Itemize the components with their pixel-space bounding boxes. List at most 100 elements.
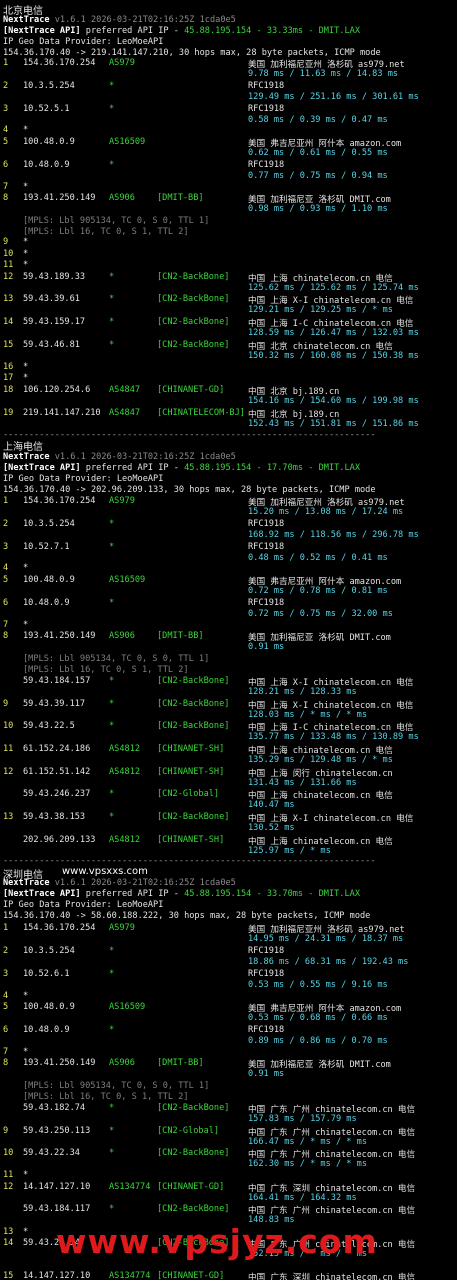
hop-number: 14 [3, 317, 14, 327]
hop-asn: * [109, 969, 115, 979]
hop-tag: [CN2-BackBone] [157, 1103, 230, 1113]
hop-row: 14 59.43.159.17 * [CN2-BackBone] 中国 上海 I-C c… [0, 317, 457, 339]
hop-ip: 59.43.22.5 [23, 721, 75, 731]
section-separator: ----------------------------------------… [3, 856, 376, 866]
hop-ip: 10.52.7.1 [23, 542, 70, 552]
hop-rtt: 128.59 ms / 126.47 ms / 132.03 ms [248, 328, 419, 338]
hop-ip: 61.152.24.186 [23, 744, 91, 754]
hop-rtt: 0.89 ms / 0.86 ms / 0.70 ms [248, 1036, 388, 1046]
api-text: preferred API IP - [80, 463, 185, 473]
hop-ip: 10.52.6.1 [23, 969, 70, 979]
hop-geo: RFC1918 [248, 969, 285, 979]
hop-row: 6 10.48.0.9 * RFC1918 0.89 ms / 0.86 ms / 0.… [0, 1025, 457, 1047]
hop-row: 12 14.147.127.10 AS134774 [CHINANET-GD] 中国 广… [0, 1182, 457, 1204]
hop-tag: [CN2-BackBone] [157, 340, 230, 350]
hop-asn: AS906 [109, 193, 135, 203]
hop-ip: * [23, 125, 29, 135]
app-name: NextTrace [3, 15, 50, 25]
hop-ip: 10.52.5.1 [23, 104, 70, 114]
hop-asn: * [109, 721, 115, 731]
hop-ip: 14.147.127.10 [23, 1271, 91, 1280]
hop-ip: 59.43.184.117 [23, 1204, 91, 1214]
hop-rtt: 130.52 ms [248, 823, 295, 833]
hop-tag: [DMIT-BB] [157, 1058, 204, 1068]
api-prefix: [NextTrace API] [3, 463, 81, 473]
hop-row: 5 100.48.0.9 AS16509 美国 弗吉尼亚州 阿什本 amazon.co… [0, 1002, 457, 1024]
hop-ip: 193.41.250.149 [23, 193, 96, 203]
hop-ip: 100.48.0.9 [23, 137, 75, 147]
hop-ip: 202.96.209.133 [23, 835, 96, 845]
hop-asn: * [109, 946, 115, 956]
app-version: v1.6.1 2026-03-21T02:16:25Z 1cda0e5 [49, 878, 236, 888]
hop-number: 5 [3, 575, 9, 585]
hop-number: 6 [3, 1025, 9, 1035]
hop-row: 10 59.43.22.34 * [CN2-BackBone] 中国 广东 广州 chi… [0, 1148, 457, 1170]
hop-number: 16 [3, 362, 14, 372]
hop-number: 12 [3, 1182, 14, 1192]
hop-number: 4 [3, 991, 9, 1001]
api-text: preferred API IP - [80, 26, 185, 36]
hop-asn: AS979 [109, 496, 135, 506]
hop-tag: [CN2-BackBone] [157, 294, 230, 304]
hop-number: 4 [3, 563, 9, 573]
route-summary: 154.36.170.40 -> 58.60.188.222, 30 hops … [3, 911, 371, 921]
hop-asn: AS16509 [109, 1002, 146, 1012]
hop-asn: * [109, 104, 115, 114]
hop-tag: [CN2-BackBone] [157, 317, 230, 327]
hop-number: 15 [3, 340, 14, 350]
nexttrace-banner: NextTrace v1.6.1 2026-03-21T02:16:25Z 1c… [3, 15, 236, 25]
hop-ip: 154.36.170.254 [23, 923, 96, 933]
hop-number: 5 [3, 137, 9, 147]
hop-ip: * [23, 260, 29, 270]
hop-rtt: 14.95 ms / 24.31 ms / 18.37 ms [248, 934, 404, 944]
hop-rtt: 18.86 ms / 68.31 ms / 192.43 ms [248, 957, 409, 967]
hop-tag: [CHINANET-GD] [157, 385, 225, 395]
hop-ip: * [23, 1227, 29, 1237]
hop-rtt: 0.58 ms / 0.39 ms / 0.47 ms [248, 115, 388, 125]
hop-row: 59.43.184.157 * [CN2-BackBone] 中国 上海 X-I ch… [0, 676, 457, 698]
hop-geo: RFC1918 [248, 1025, 285, 1035]
hop-ip: 59.43.184.157 [23, 676, 91, 686]
api-ip: 45.88.195.154 - 33.33ms - DMIT.LAX [184, 26, 361, 36]
hop-ip: * [23, 182, 29, 192]
hop-number: 4 [3, 125, 9, 135]
hop-rtt: 0.98 ms / 0.93 ms / 1.10 ms [248, 204, 388, 214]
hop-rtt: 9.78 ms / 11.63 ms / 14.83 ms [248, 69, 399, 79]
hop-geo: RFC1918 [248, 542, 285, 552]
hop-number: 7 [3, 182, 9, 192]
hop-ip: 59.43.46.81 [23, 340, 80, 350]
hop-number: 14 [3, 1238, 14, 1248]
hop-row: 11 61.152.24.186 AS4812 [CHINANET-SH] 中国 上海 … [0, 744, 457, 766]
hop-tag: [CHINANET-GD] [157, 1182, 225, 1192]
hop-rtt: 157.83 ms / 157.79 ms [248, 1114, 357, 1124]
hop-row: 18 106.120.254.6 AS4847 [CHINANET-GD] 中国 北京 … [0, 385, 457, 407]
hop-rtt: 0.53 ms / 0.68 ms / 0.66 ms [248, 1013, 388, 1023]
hop-ip: 59.43.38.153 [23, 812, 86, 822]
hop-number: 8 [3, 631, 9, 641]
hop-asn: AS979 [109, 923, 135, 933]
hop-number: 9 [3, 699, 9, 709]
hop-row: 12 59.43.189.33 * [CN2-BackBone] 中国 上海 china… [0, 272, 457, 294]
hop-number: 10 [3, 721, 14, 731]
hop-geo: RFC1918 [248, 598, 285, 608]
hop-number: 2 [3, 81, 9, 91]
geo-provider: IP Geo Data Provider: LeoMoeAPI [3, 474, 164, 484]
hop-rtt: 131.43 ms / 131.66 ms [248, 778, 357, 788]
route-summary: 154.36.170.40 -> 202.96.209.133, 30 hops… [3, 485, 376, 495]
hop-ip: 10.48.0.9 [23, 160, 70, 170]
hop-asn: AS16509 [109, 575, 146, 585]
app-version: v1.6.1 2026-03-21T02:16:25Z 1cda0e5 [49, 15, 236, 25]
section-title: 上海电信 [3, 442, 43, 453]
hop-asn: AS4847 [109, 385, 141, 395]
hop-ip: * [23, 1047, 29, 1057]
hop-geo: RFC1918 [248, 81, 285, 91]
hop-rtt: 0.72 ms / 0.78 ms / 0.81 ms [248, 586, 388, 596]
hop-row: 10 59.43.22.5 * [CN2-BackBone] 中国 上海 I-C chi… [0, 721, 457, 743]
hop-tag: [CHINATELECOM-BJ] [157, 408, 245, 418]
hop-number: 1 [3, 496, 9, 506]
hop-number: 2 [3, 946, 9, 956]
mpls-label: [MPLS: Lbl 16, TC 0, S 1, TTL 2] [23, 1092, 189, 1102]
hop-number: 3 [3, 104, 9, 114]
hop-rtt: 0.72 ms / 0.75 ms / 32.00 ms [248, 609, 393, 619]
hop-asn: * [109, 789, 115, 799]
